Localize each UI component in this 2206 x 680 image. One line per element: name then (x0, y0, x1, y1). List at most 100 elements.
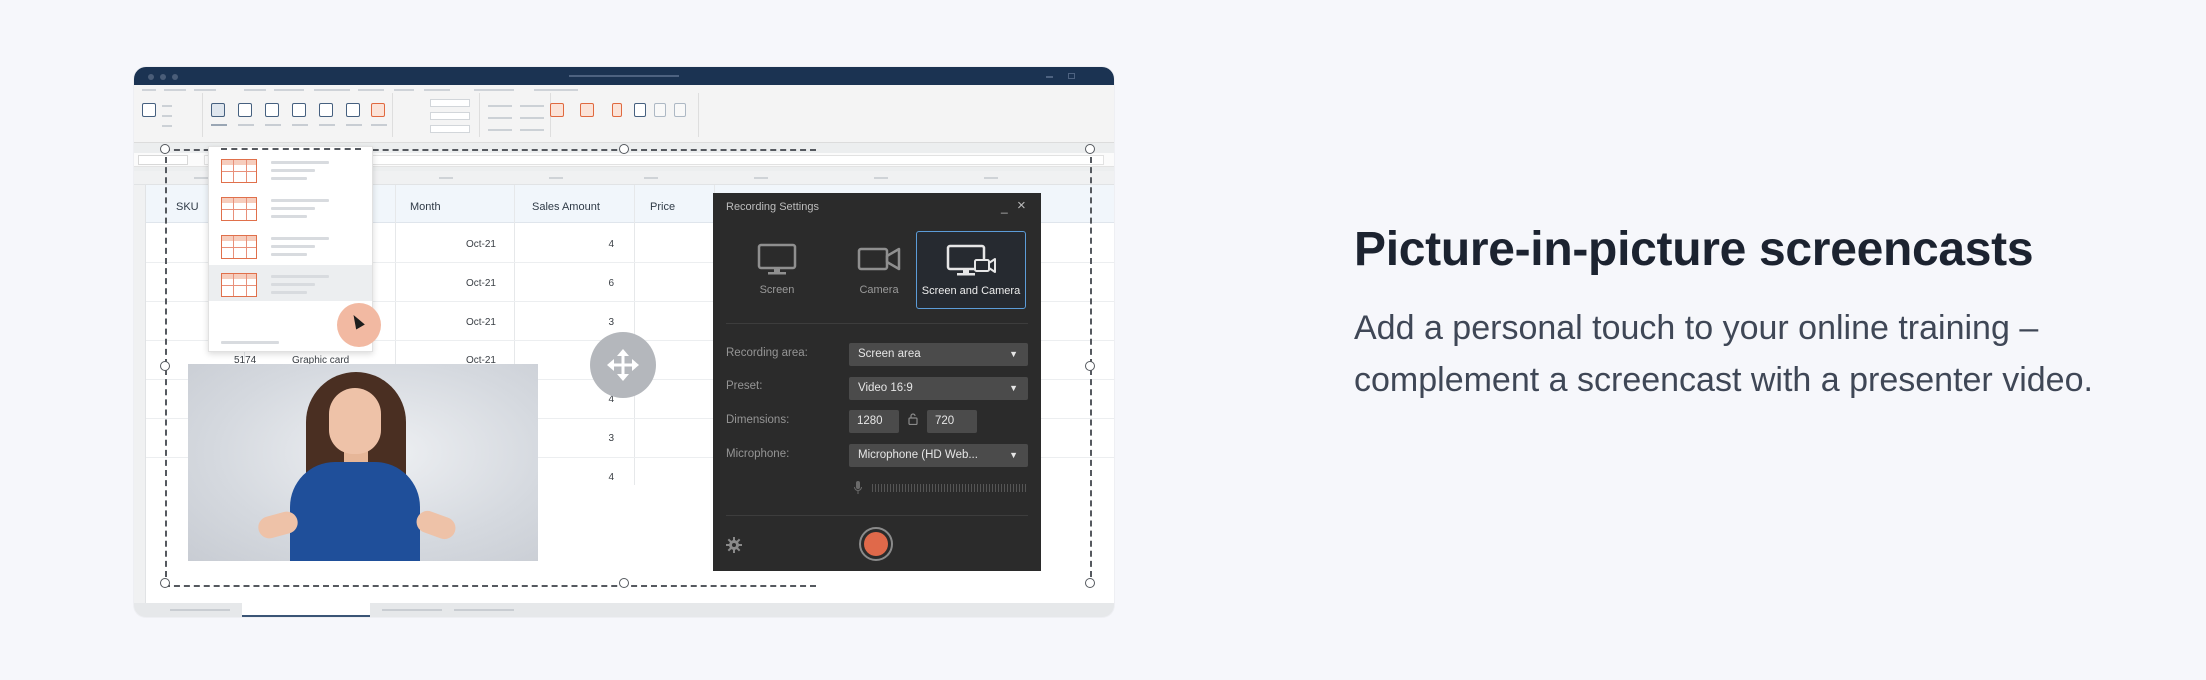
sheet-tab[interactable] (170, 609, 230, 611)
table-style-option[interactable] (209, 227, 372, 263)
table-cell[interactable]: 4 (554, 394, 614, 405)
screen-camera-icon (946, 244, 996, 276)
chevron-down-icon: ▼ (1009, 450, 1018, 460)
sheet-tab[interactable] (382, 609, 442, 611)
mode-screen-and-camera-button[interactable]: Screen and Camera (916, 231, 1026, 309)
resize-handle[interactable] (160, 361, 170, 371)
column-header-sku[interactable]: SKU (176, 201, 199, 213)
ribbon-field[interactable] (430, 112, 470, 120)
camera-icon (857, 247, 901, 271)
column-header-price[interactable]: Price (650, 201, 675, 213)
ribbon-tab[interactable] (194, 89, 216, 91)
insert-table-icon[interactable] (211, 103, 225, 117)
mode-label: Screen (759, 284, 795, 296)
ribbon-tab[interactable] (358, 89, 384, 91)
feature-title: Picture-in-picture screencasts (1354, 223, 2034, 276)
monitor-icon (757, 243, 797, 275)
feature-description: Add a personal touch to your online trai… (1354, 309, 2093, 399)
ribbon-toolbar (134, 85, 1114, 143)
ribbon-tab[interactable] (534, 89, 578, 91)
ribbon-tab[interactable] (142, 89, 156, 91)
bring-forward-icon[interactable] (550, 103, 564, 117)
preset-select[interactable]: Video 16:9 ▼ (849, 377, 1028, 400)
insert-copy-icon[interactable] (265, 103, 279, 117)
microphone-level-meter (872, 484, 1027, 492)
window-dot-icon (172, 74, 178, 80)
ribbon-tab[interactable] (314, 89, 350, 91)
insert-media-icon[interactable] (371, 103, 385, 117)
table-style-icon (221, 235, 257, 259)
table-cell[interactable]: 3 (554, 433, 614, 444)
table-style-icon (221, 273, 257, 297)
insert-page-icon[interactable] (292, 103, 306, 117)
resize-handle[interactable] (619, 578, 629, 588)
presenter-video[interactable] (188, 364, 538, 561)
table-cell[interactable]: Oct-21 (434, 278, 496, 289)
ribbon-tab[interactable] (274, 89, 304, 91)
table-cell[interactable]: Oct-21 (434, 239, 496, 250)
gear-icon[interactable] (726, 537, 742, 553)
resize-handle[interactable] (1085, 144, 1095, 154)
move-handle[interactable] (590, 332, 656, 398)
ribbon-tab[interactable] (164, 89, 186, 91)
row-headers (134, 185, 146, 603)
column-header-sales-amount[interactable]: Sales Amount (532, 201, 600, 213)
move-arrows-icon (607, 349, 639, 381)
rotate-icon[interactable] (674, 103, 686, 117)
table-cell[interactable]: 6 (554, 278, 614, 289)
resize-handle[interactable] (619, 144, 629, 154)
dimensions-label: Dimensions: (726, 414, 790, 426)
title-bar (134, 67, 1114, 85)
preset-label: Preset: (726, 380, 763, 392)
table-style-option-active[interactable] (209, 265, 372, 301)
table-style-option[interactable] (209, 151, 372, 187)
resize-handle[interactable] (1085, 578, 1095, 588)
mouse-cursor-icon (349, 312, 365, 330)
resize-handle[interactable] (160, 144, 170, 154)
maximize-window-icon[interactable] (1068, 73, 1075, 79)
sheet-tab[interactable] (454, 609, 514, 611)
panel-title: Recording Settings (726, 201, 819, 213)
minimize-icon[interactable]: _ (1001, 200, 1008, 214)
align-icon[interactable] (319, 103, 333, 117)
window-title-placeholder (569, 75, 679, 77)
insert-image-icon[interactable] (346, 103, 360, 117)
group-icon[interactable] (654, 103, 666, 117)
ribbon-field[interactable] (430, 99, 470, 107)
send-backward-icon[interactable] (580, 103, 594, 117)
table-cell[interactable]: Oct-21 (434, 317, 496, 328)
height-input[interactable]: 720 (927, 410, 977, 433)
mode-label: Screen and Camera (921, 285, 1021, 297)
table-cell[interactable]: 4 (554, 239, 614, 250)
text-style-icon[interactable] (142, 103, 156, 117)
microphone-select[interactable]: Microphone (HD Web... ▼ (849, 444, 1028, 467)
recording-area-border (164, 585, 816, 587)
ribbon-field[interactable] (430, 125, 470, 133)
width-input[interactable]: 1280 (849, 410, 899, 433)
close-icon[interactable]: × (1017, 197, 1026, 214)
table-cell[interactable]: 4 (554, 472, 614, 483)
sheet-tab-active[interactable] (242, 603, 370, 617)
ribbon-tab[interactable] (424, 89, 450, 91)
table-cell[interactable]: 3 (554, 317, 614, 328)
align-objects-icon[interactable] (634, 103, 646, 117)
microphone-icon (854, 481, 862, 494)
minimize-window-icon[interactable] (1046, 76, 1053, 78)
recording-area-label: Recording area: (726, 347, 808, 359)
close-window-icon[interactable] (1090, 73, 1097, 79)
insert-shape-icon[interactable] (238, 103, 252, 117)
table-style-option[interactable] (209, 189, 372, 225)
ribbon-tab[interactable] (244, 89, 266, 91)
window-dot-icon (160, 74, 166, 80)
ribbon-tab[interactable] (474, 89, 514, 91)
select-icon[interactable] (612, 103, 622, 117)
recording-area-select[interactable]: Screen area ▼ (849, 343, 1028, 366)
lock-aspect-icon[interactable] (908, 413, 918, 425)
record-button[interactable] (859, 527, 893, 561)
mode-screen-button[interactable]: Screen (722, 231, 832, 309)
resize-handle[interactable] (160, 578, 170, 588)
resize-handle[interactable] (1085, 361, 1095, 371)
column-header-month[interactable]: Month (410, 201, 441, 213)
cell-reference-box[interactable] (138, 155, 188, 165)
ribbon-tab[interactable] (394, 89, 414, 91)
